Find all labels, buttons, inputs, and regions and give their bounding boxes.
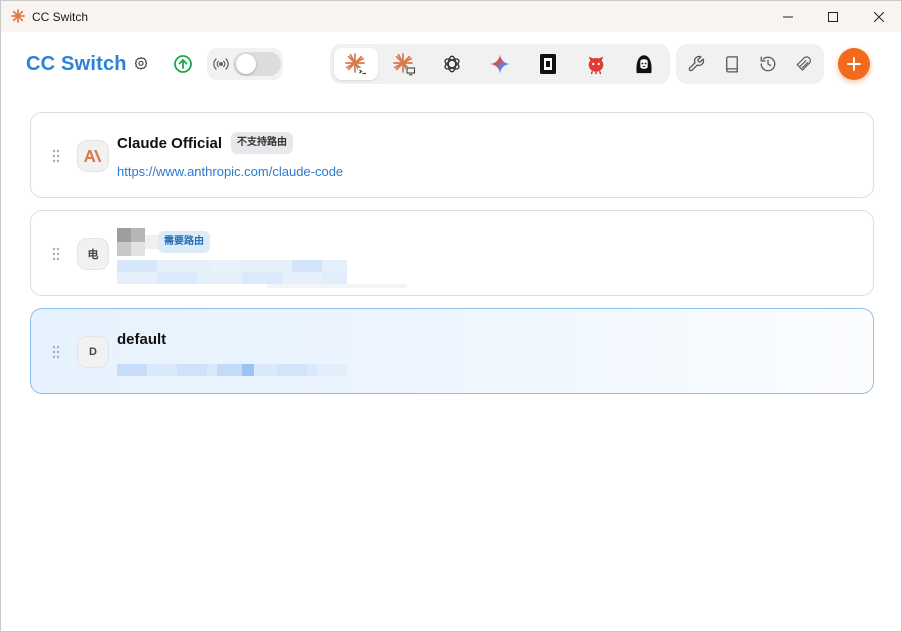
proxy-toggle-group xyxy=(207,48,283,80)
minimize-icon xyxy=(783,16,793,17)
title-bar: CC Switch xyxy=(1,1,901,32)
provider-name: Claude Official xyxy=(117,135,223,152)
book-icon xyxy=(726,56,738,73)
maximize-icon xyxy=(828,11,838,22)
avatar-app-icon xyxy=(636,55,652,74)
close-icon xyxy=(874,11,884,22)
history-icon xyxy=(760,56,776,72)
routing-badge: 不支持路由 xyxy=(231,132,293,154)
redacted-url xyxy=(117,364,347,376)
red-mascot-icon xyxy=(588,56,604,75)
provider-card[interactable]: Claude Official 不支持路由 https://www.anthro… xyxy=(30,112,874,198)
provider-url[interactable]: https://www.anthropic.com/claude-code xyxy=(117,164,343,179)
routing-badge: 需要路由 xyxy=(158,231,210,253)
tab-claude-code[interactable] xyxy=(334,48,378,80)
toggle-knob xyxy=(236,54,256,74)
tools-button[interactable] xyxy=(684,52,708,76)
provider-avatar xyxy=(77,140,109,172)
gemini-icon xyxy=(490,54,510,74)
skills-icon xyxy=(796,56,811,71)
wrench-icon xyxy=(688,55,705,72)
tab-openai[interactable] xyxy=(430,48,474,80)
provider-card[interactable]: 电 需要路由 xyxy=(30,210,874,296)
drag-handle-icon[interactable] xyxy=(51,345,61,359)
update-button[interactable] xyxy=(171,52,195,76)
add-provider-button[interactable] xyxy=(838,48,870,80)
app-window: CC Switch CC Switch Claude Official 不支持路… xyxy=(0,0,902,632)
skills-button[interactable] xyxy=(792,52,816,76)
minimize-button[interactable] xyxy=(765,1,811,32)
redacted-url xyxy=(117,260,407,288)
anthropic-logo-icon xyxy=(84,150,102,162)
drag-handle-icon[interactable] xyxy=(51,247,61,261)
arrow-up-circle-icon xyxy=(174,55,192,73)
app-logo-icon xyxy=(11,9,25,23)
plus-icon xyxy=(847,57,861,71)
tab-red-mascot[interactable] xyxy=(574,48,618,80)
openai-icon xyxy=(444,55,460,73)
maximize-button[interactable] xyxy=(810,1,856,32)
tab-gemini[interactable] xyxy=(478,48,522,80)
close-button[interactable] xyxy=(856,1,901,32)
provider-avatar: 电 xyxy=(77,238,109,270)
broadcast-icon xyxy=(213,57,229,71)
redacted-name xyxy=(117,228,159,256)
provider-avatar: D xyxy=(77,336,109,368)
history-button[interactable] xyxy=(756,52,780,76)
tools-group xyxy=(676,44,824,84)
provider-name: default xyxy=(117,331,167,348)
proxy-toggle-switch[interactable] xyxy=(233,52,281,76)
claude-code-icon xyxy=(345,53,367,75)
window-title: CC Switch xyxy=(32,10,89,24)
tab-claude-desktop[interactable] xyxy=(382,48,426,80)
app-tabs-group xyxy=(330,44,670,84)
square-app-icon xyxy=(540,54,556,74)
app-title: CC Switch xyxy=(26,53,127,75)
tab-avatar-app[interactable] xyxy=(622,48,666,80)
claude-desktop-icon xyxy=(393,53,416,76)
drag-handle-icon[interactable] xyxy=(51,149,61,163)
provider-card-active[interactable]: D default xyxy=(30,308,874,394)
gear-icon xyxy=(134,57,148,70)
settings-button[interactable] xyxy=(129,52,153,76)
docs-button[interactable] xyxy=(720,52,744,76)
tab-dark-app[interactable] xyxy=(526,48,570,80)
